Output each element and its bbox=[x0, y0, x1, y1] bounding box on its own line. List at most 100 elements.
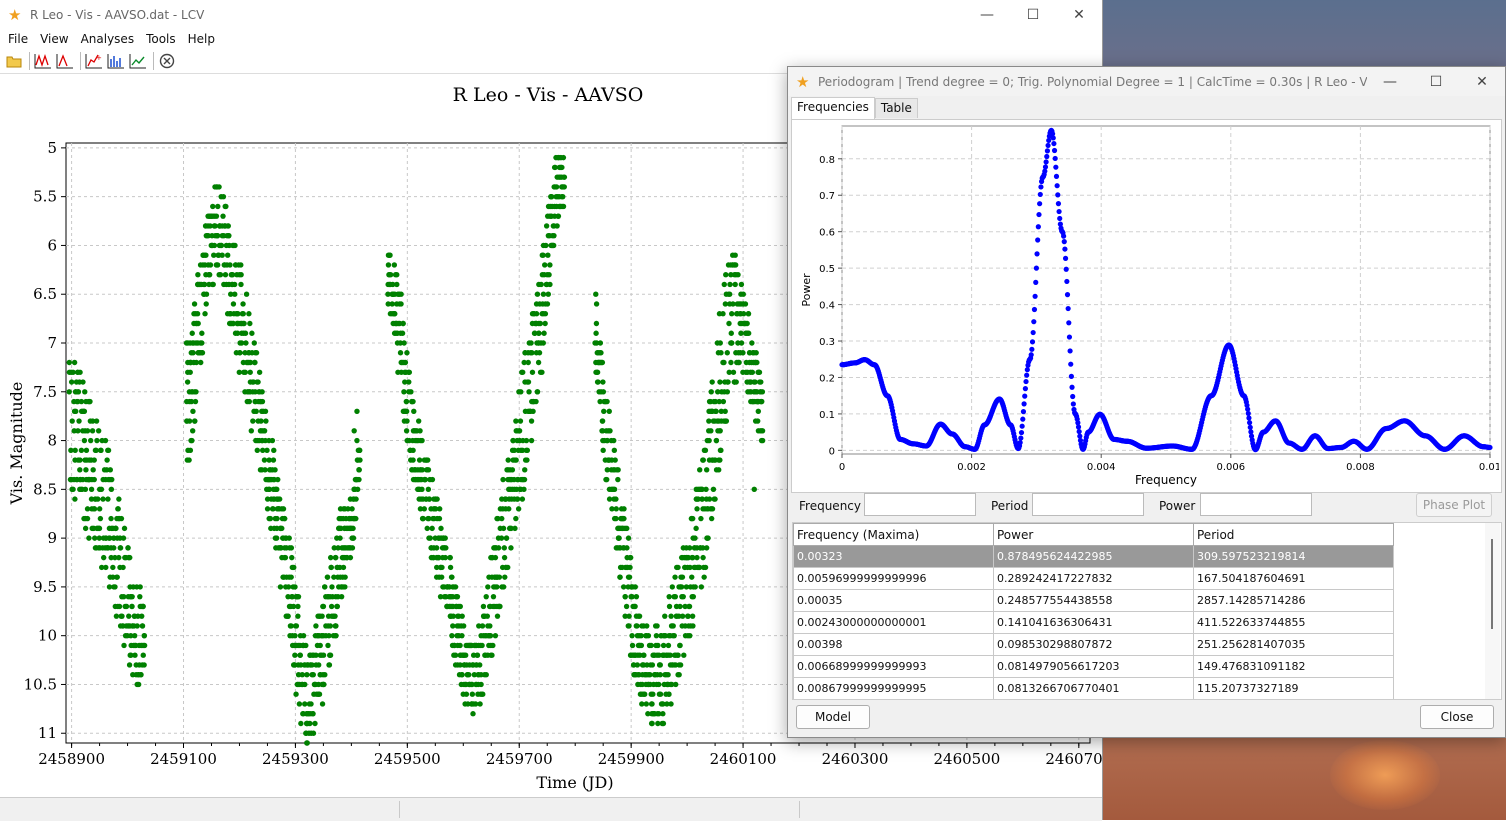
raw-data-mode-icon[interactable] bbox=[33, 51, 53, 71]
observation-point bbox=[238, 281, 244, 288]
observation-point bbox=[303, 642, 309, 649]
menu-file[interactable]: File bbox=[2, 32, 34, 46]
observation-point bbox=[738, 340, 745, 346]
observation-point bbox=[300, 632, 307, 639]
cell-period: 309.597523219814 bbox=[1193, 545, 1394, 568]
tab-table[interactable]: Table bbox=[874, 98, 918, 118]
observation-point bbox=[593, 320, 600, 327]
observation-point bbox=[273, 535, 280, 541]
observation-point bbox=[541, 330, 547, 336]
x-tick-label: 2460300 bbox=[822, 750, 889, 768]
observation-point bbox=[340, 564, 347, 571]
observation-point bbox=[717, 457, 723, 463]
observation-point bbox=[216, 184, 222, 190]
observation-point bbox=[466, 672, 472, 678]
close-window-button[interactable]: ✕ bbox=[1459, 67, 1505, 96]
observation-point bbox=[686, 603, 693, 610]
minimize-button[interactable]: — bbox=[964, 0, 1010, 29]
observation-point bbox=[425, 467, 432, 473]
menu-view[interactable]: View bbox=[34, 32, 74, 46]
observation-point bbox=[277, 584, 284, 590]
observation-point bbox=[518, 389, 524, 395]
observation-point bbox=[728, 330, 734, 336]
observation-point bbox=[349, 545, 356, 551]
observation-point bbox=[705, 535, 711, 541]
power-field[interactable] bbox=[1200, 493, 1312, 516]
observation-point bbox=[665, 642, 672, 649]
column-header-period[interactable]: Period bbox=[1193, 523, 1394, 546]
menu-analyses[interactable]: Analyses bbox=[75, 32, 141, 46]
observation-point bbox=[756, 369, 763, 375]
observation-point bbox=[83, 447, 90, 454]
observation-point bbox=[547, 262, 553, 268]
maximize-button[interactable]: ☐ bbox=[1413, 67, 1459, 96]
light-curve-mode-icon[interactable] bbox=[55, 51, 75, 71]
observation-point bbox=[419, 486, 425, 493]
table-row[interactable]: 0.00867999999999995 0.0813266706770401 115… bbox=[793, 677, 1394, 699]
table-row[interactable]: 0.00323 0.878495624422985 309.597523219814 bbox=[793, 545, 1394, 568]
observation-point bbox=[276, 496, 283, 502]
observation-point bbox=[258, 418, 264, 424]
observation-point bbox=[117, 545, 124, 551]
observation-point bbox=[498, 535, 505, 541]
frequency-field[interactable] bbox=[864, 493, 976, 516]
model-button[interactable]: Model bbox=[796, 705, 870, 729]
observation-plot-icon[interactable]: + bbox=[84, 51, 104, 71]
table-row[interactable]: 0.00596999999999996 0.289242417227832 167.… bbox=[793, 567, 1394, 590]
x-tick-label: 0.006 bbox=[1216, 462, 1245, 473]
y-tick-label: 0.6 bbox=[819, 228, 835, 239]
observation-point bbox=[594, 379, 601, 385]
y-tick-label: 10 bbox=[38, 627, 57, 645]
phase-plot-button[interactable]: Phase Plot bbox=[1416, 493, 1492, 517]
observation-point bbox=[513, 515, 519, 522]
periodogram-chart[interactable]: Frequency Power 0 0.002 0.004 0.006 0.008 0.0… bbox=[792, 120, 1501, 490]
period-field[interactable] bbox=[1032, 493, 1144, 516]
scrollbar-thumb[interactable] bbox=[1491, 539, 1493, 629]
close-button[interactable]: Close bbox=[1420, 705, 1494, 729]
observation-point bbox=[720, 398, 727, 405]
observation-point bbox=[439, 564, 445, 571]
minimize-button[interactable]: — bbox=[1367, 67, 1413, 96]
observation-point bbox=[319, 613, 325, 619]
power-point bbox=[1051, 140, 1057, 147]
close-window-button[interactable]: ✕ bbox=[1056, 0, 1102, 29]
table-row[interactable]: 0.00243000000000001 0.141041636306431 411.… bbox=[793, 611, 1394, 634]
observation-point bbox=[320, 603, 327, 610]
observation-point bbox=[86, 535, 92, 541]
table-scrollbar[interactable] bbox=[1485, 523, 1500, 699]
observation-point bbox=[640, 652, 647, 658]
table-row[interactable]: 0.00668999999999993 0.0814979056617203 149… bbox=[793, 655, 1394, 678]
observation-point bbox=[392, 311, 398, 317]
power-point bbox=[1055, 201, 1062, 207]
tab-frequencies[interactable]: Frequencies bbox=[791, 97, 875, 121]
table-row[interactable]: 0.00398 0.098530298807872 251.256281407035 bbox=[793, 633, 1394, 656]
observation-point bbox=[723, 272, 729, 278]
observation-point bbox=[452, 584, 459, 590]
observation-point bbox=[600, 447, 606, 454]
observation-point bbox=[295, 603, 301, 610]
observation-point bbox=[417, 428, 423, 434]
power-point bbox=[1031, 319, 1037, 325]
column-header-power[interactable]: Power bbox=[993, 523, 1194, 546]
observation-point bbox=[224, 252, 231, 258]
means-plot-icon[interactable] bbox=[106, 51, 126, 71]
observation-point bbox=[483, 593, 489, 600]
menu-help[interactable]: Help bbox=[182, 32, 221, 46]
phase-plot-icon[interactable] bbox=[128, 51, 148, 71]
observation-point bbox=[713, 408, 719, 414]
observation-point bbox=[457, 603, 463, 610]
observation-point bbox=[529, 369, 536, 375]
table-row[interactable]: 0.00035 0.248577554438558 2857.14285714286 bbox=[793, 589, 1394, 612]
open-folder-icon[interactable] bbox=[4, 51, 24, 71]
observation-point bbox=[211, 242, 218, 249]
observation-point bbox=[207, 262, 214, 268]
y-tick-label: 7.5 bbox=[33, 383, 57, 401]
observation-point bbox=[116, 554, 122, 561]
observation-point bbox=[706, 437, 712, 444]
maximize-button[interactable]: ☐ bbox=[1010, 0, 1056, 29]
cancel-icon[interactable] bbox=[157, 51, 177, 71]
menu-tools[interactable]: Tools bbox=[140, 32, 182, 46]
observation-point bbox=[247, 320, 253, 327]
column-header-frequency[interactable]: Frequency (Maxima) bbox=[793, 523, 994, 546]
cell-period: 115.20737327189 bbox=[1193, 677, 1394, 699]
